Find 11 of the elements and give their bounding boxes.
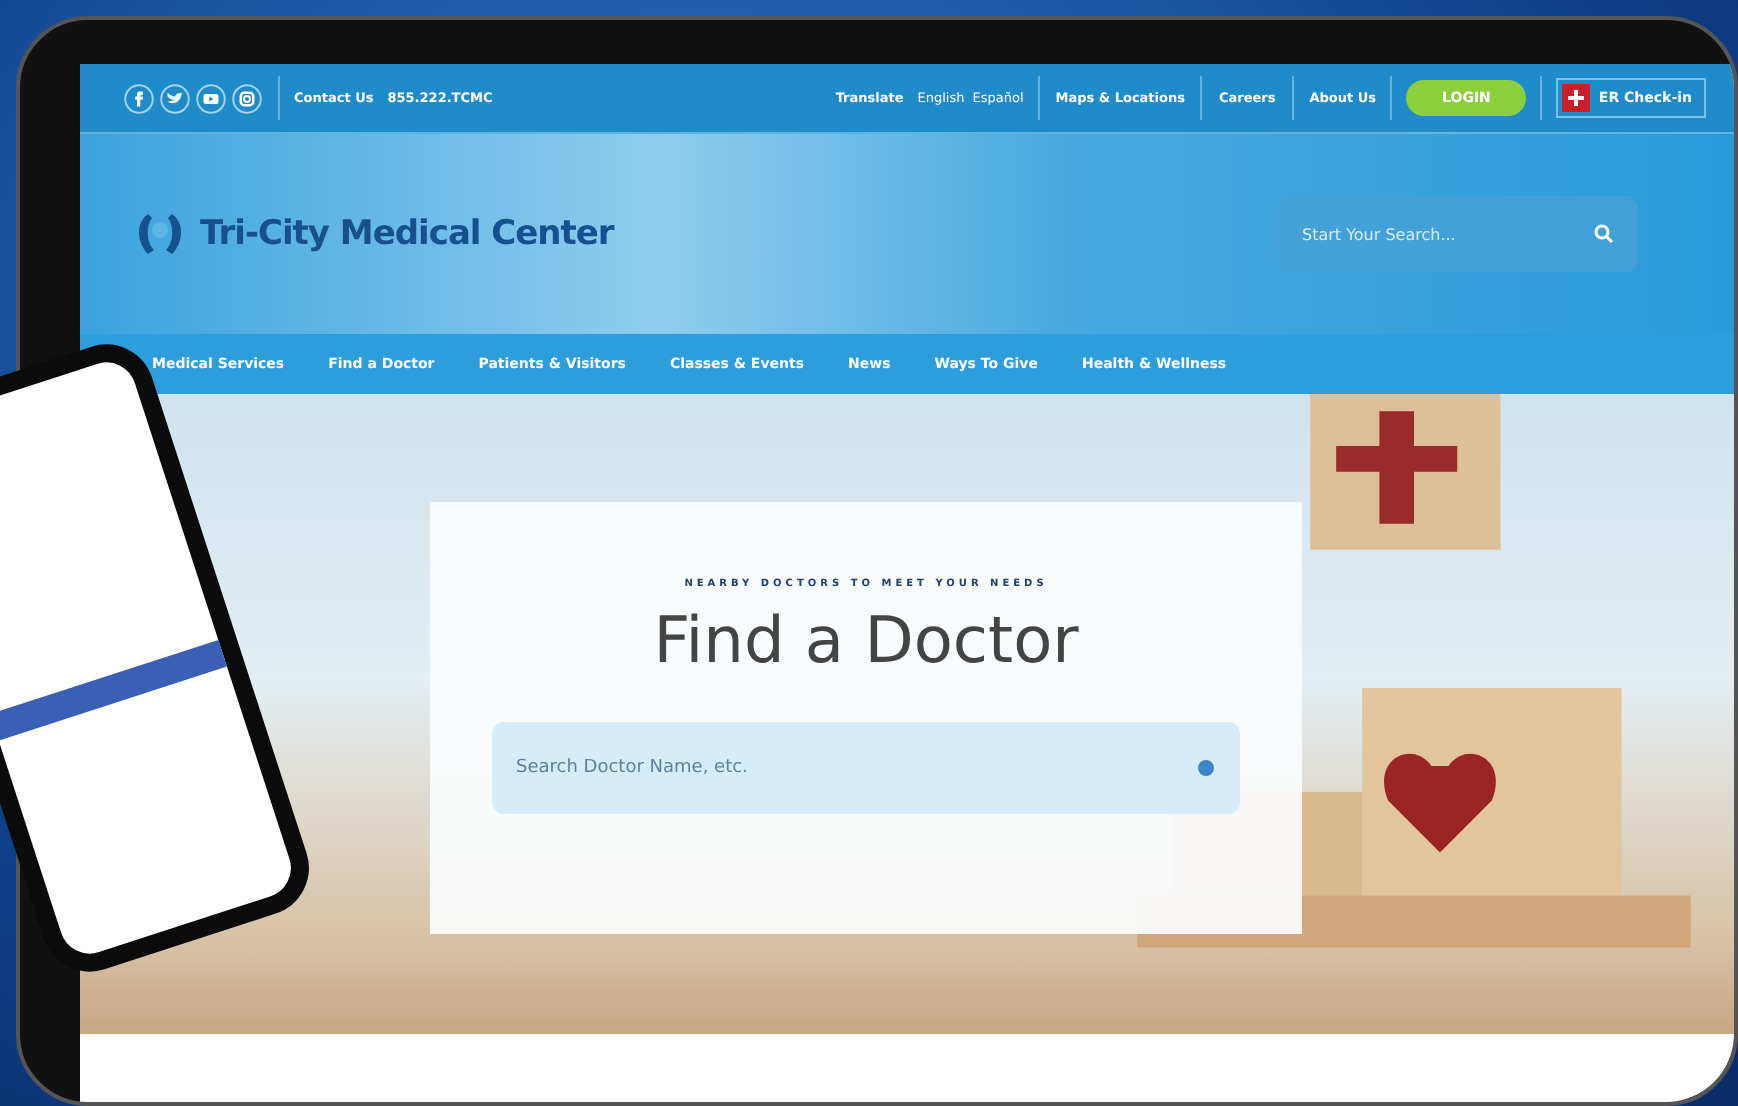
search-dot-icon[interactable] <box>1196 758 1216 778</box>
search-icon[interactable] <box>1594 224 1614 244</box>
facebook-icon[interactable] <box>124 83 154 113</box>
doctor-search-field[interactable]: Search Doctor Name, etc. <box>492 722 1240 814</box>
site-search-field[interactable]: Start Your Search... <box>1278 196 1638 272</box>
plus-icon <box>1568 90 1585 106</box>
hero-title: Find a Doctor <box>653 602 1079 678</box>
instagram-icon[interactable] <box>232 83 262 113</box>
logo-text[interactable]: Tri-City Medical Center <box>200 214 614 254</box>
twitter-icon[interactable] <box>160 83 190 113</box>
youtube-icon[interactable] <box>196 83 226 113</box>
